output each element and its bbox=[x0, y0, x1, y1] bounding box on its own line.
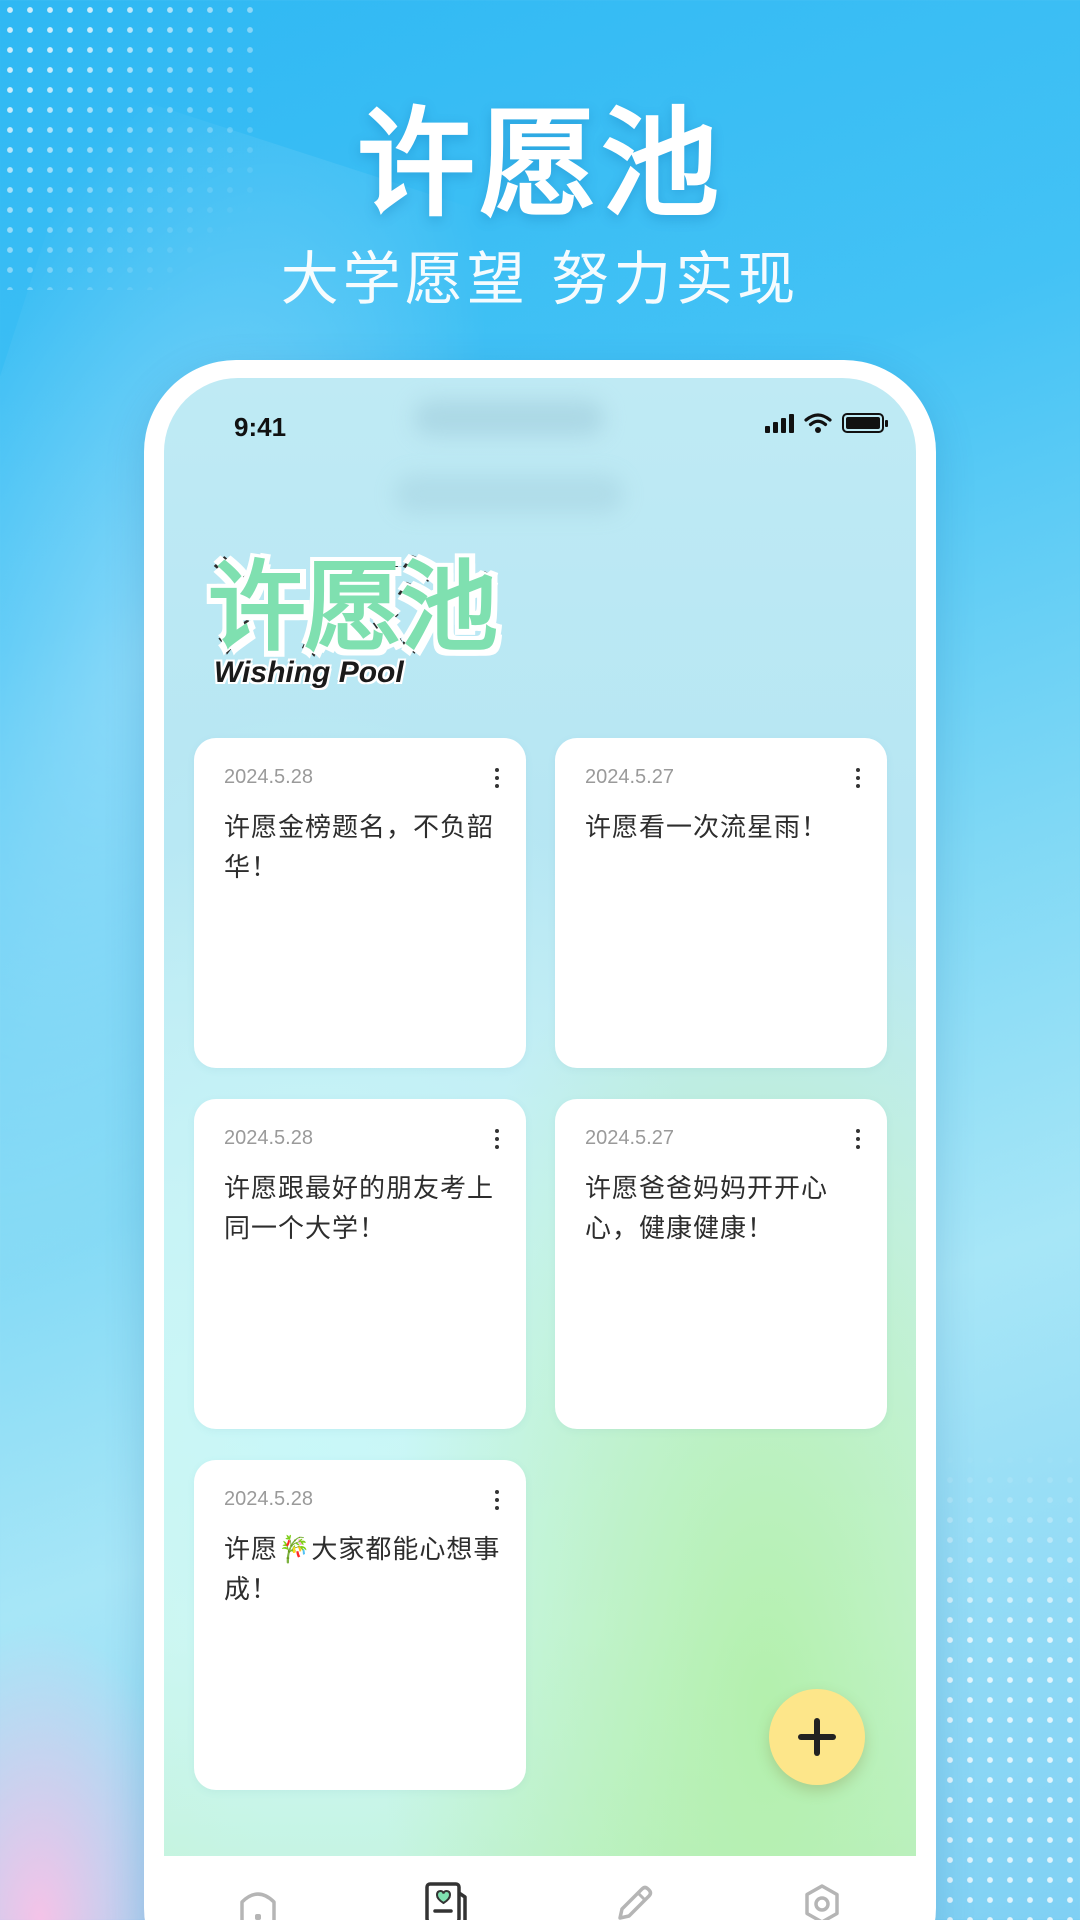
tab-write[interactable] bbox=[610, 1880, 658, 1920]
more-options-icon[interactable] bbox=[492, 1129, 502, 1149]
wish-card[interactable]: 2024.5.28 许愿金榜题名，不负韶华！ bbox=[194, 738, 526, 1068]
battery-icon bbox=[842, 413, 888, 433]
app-title: 许愿池 bbox=[205, 549, 500, 668]
tab-wish-pool[interactable] bbox=[422, 1880, 470, 1920]
tab-settings[interactable] bbox=[798, 1880, 846, 1920]
wish-text: 许愿金榜题名，不负韶华！ bbox=[224, 813, 495, 883]
wish-card[interactable]: 2024.5.28 许愿跟最好的朋友考上同一个大学！ bbox=[194, 1099, 526, 1429]
wish-card[interactable]: 2024.5.28 许愿🎋大家都能心想事成！ bbox=[194, 1460, 526, 1790]
wish-text: 许愿跟最好的朋友考上同一个大学！ bbox=[224, 1174, 495, 1244]
add-wish-button[interactable] bbox=[769, 1689, 865, 1785]
more-options-icon[interactable] bbox=[853, 1129, 863, 1149]
plus-icon bbox=[798, 1718, 836, 1756]
home-icon bbox=[240, 1892, 276, 1920]
more-options-icon[interactable] bbox=[492, 1490, 502, 1510]
blurred-notch bbox=[414, 400, 604, 436]
banner-subtitle: 大学愿望 努力实现 bbox=[280, 245, 800, 313]
wifi-icon bbox=[804, 413, 832, 433]
status-time: 9:41 bbox=[234, 412, 287, 442]
phone-screen: 9:41 许愿池 Wishing Pool 2024.5.28 许愿金榜题名，不… bbox=[164, 378, 916, 1920]
status-icons bbox=[765, 412, 888, 434]
more-options-icon[interactable] bbox=[853, 768, 863, 788]
settings-icon bbox=[805, 1884, 839, 1920]
pencil-icon bbox=[618, 1885, 653, 1920]
tab-bar bbox=[164, 1856, 916, 1920]
banner-title: 许愿池 bbox=[356, 95, 723, 233]
wish-card[interactable]: 2024.5.27 许愿爸爸妈妈开开心心，健康健康！ bbox=[555, 1099, 887, 1429]
wish-book-icon bbox=[425, 1882, 467, 1920]
wish-date: 2024.5.28 bbox=[224, 1127, 313, 1149]
wish-text: 许愿爸爸妈妈开开心心，健康健康！ bbox=[585, 1174, 829, 1244]
blurred-band bbox=[394, 474, 624, 514]
wish-date: 2024.5.27 bbox=[585, 766, 674, 788]
wish-date: 2024.5.28 bbox=[224, 766, 313, 788]
cellular-signal-icon bbox=[765, 413, 794, 433]
wish-text: 许愿🎋大家都能心想事成！ bbox=[224, 1535, 501, 1605]
decorative-dots-bottom-right bbox=[940, 1450, 1080, 1920]
wish-date: 2024.5.27 bbox=[585, 1127, 674, 1149]
more-options-icon[interactable] bbox=[492, 768, 502, 788]
app-subtitle: Wishing Pool bbox=[214, 656, 404, 689]
wish-date: 2024.5.28 bbox=[224, 1488, 313, 1510]
wish-card[interactable]: 2024.5.27 许愿看一次流星雨！ bbox=[555, 738, 887, 1068]
tab-home[interactable] bbox=[234, 1880, 282, 1920]
wish-text: 许愿看一次流星雨！ bbox=[585, 813, 829, 843]
